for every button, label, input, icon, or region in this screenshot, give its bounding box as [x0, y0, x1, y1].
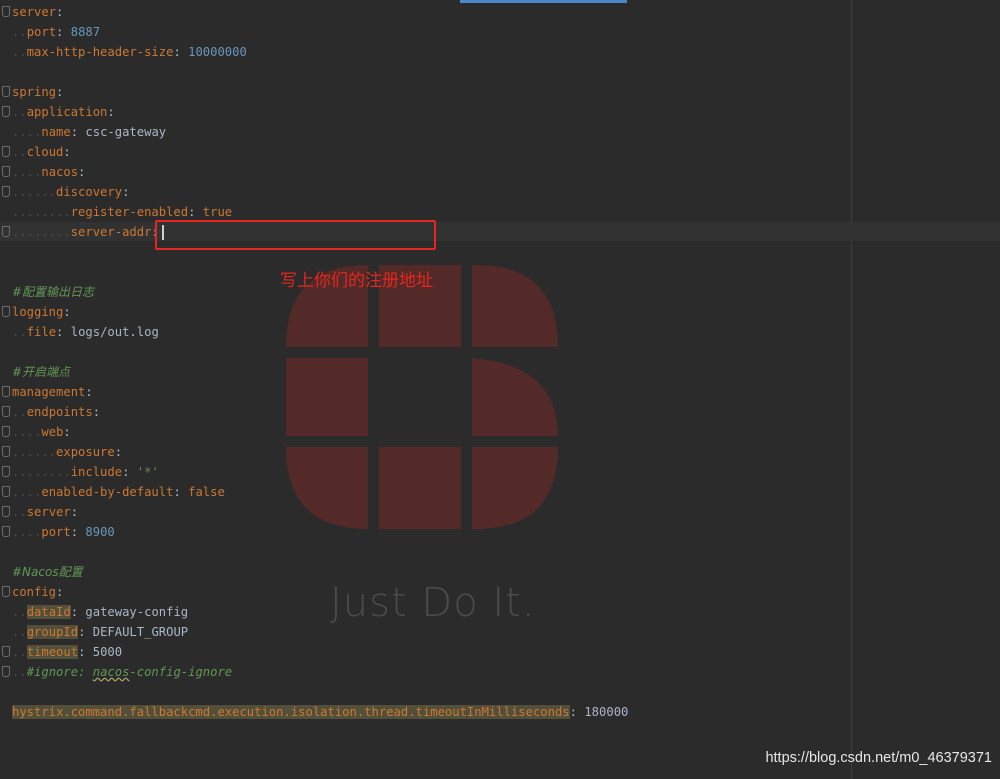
code-editor[interactable]: server: ..port: 8887 ..max-http-header-s… — [0, 2, 850, 722]
fold-icon[interactable] — [2, 506, 10, 517]
fold-icon[interactable] — [2, 646, 10, 657]
fold-icon[interactable] — [2, 486, 10, 497]
code-line[interactable]: ......discovery: — [0, 182, 850, 202]
code-line[interactable]: ..groupId: DEFAULT_GROUP — [0, 622, 850, 642]
code-line[interactable]: ..max-http-header-size: 10000000 — [0, 42, 850, 62]
fold-icon[interactable] — [2, 666, 10, 677]
code-line[interactable]: ..#ignore: nacos-config-ignore — [0, 662, 850, 682]
code-line[interactable]: logging: — [0, 302, 850, 322]
fold-icon[interactable] — [2, 526, 10, 537]
fold-icon[interactable] — [2, 446, 10, 457]
fold-icon[interactable] — [2, 86, 10, 97]
fold-icon[interactable] — [2, 406, 10, 417]
code-line[interactable]: ..port: 8887 — [0, 22, 850, 42]
fold-icon[interactable] — [2, 466, 10, 477]
code-line[interactable]: ..file: logs/out.log — [0, 322, 850, 342]
code-line[interactable]: ........include: '*' — [0, 462, 850, 482]
fold-icon[interactable] — [2, 146, 10, 157]
fold-icon[interactable] — [2, 106, 10, 117]
code-line[interactable]: hystrix.command.fallbackcmd.execution.is… — [0, 702, 850, 722]
csdn-watermark: https://blog.csdn.net/m0_46379371 — [765, 750, 992, 766]
code-line[interactable]: ......exposure: — [0, 442, 850, 462]
fold-icon[interactable] — [2, 166, 10, 177]
annotation-text: 写上你们的注册地址 — [280, 271, 433, 291]
code-line[interactable]: ..application: — [0, 102, 850, 122]
code-line[interactable]: ..cloud: — [0, 142, 850, 162]
highlight-box — [155, 220, 436, 250]
code-line[interactable] — [0, 682, 850, 702]
code-line[interactable]: spring: — [0, 82, 850, 102]
code-line[interactable]: management: — [0, 382, 850, 402]
code-line[interactable]: ....web: — [0, 422, 850, 442]
code-line[interactable]: ........register-enabled: true — [0, 202, 850, 222]
fold-icon[interactable] — [2, 226, 10, 237]
fold-icon[interactable] — [2, 306, 10, 317]
code-line[interactable]: #开启端点 — [0, 362, 850, 382]
fold-icon[interactable] — [2, 426, 10, 437]
code-line[interactable]: ....port: 8900 — [0, 522, 850, 542]
code-line[interactable]: server: — [0, 2, 850, 22]
code-line[interactable] — [0, 62, 850, 82]
code-line[interactable]: ....enabled-by-default: false — [0, 482, 850, 502]
fold-icon[interactable] — [2, 186, 10, 197]
code-line[interactable]: ....nacos: — [0, 162, 850, 182]
code-line[interactable] — [0, 342, 850, 362]
code-line[interactable]: #Nacos配置 — [0, 562, 850, 582]
code-line[interactable]: ..timeout: 5000 — [0, 642, 850, 662]
code-line[interactable]: ..endpoints: — [0, 402, 850, 422]
right-margin-guide — [851, 0, 852, 779]
code-line[interactable]: ..dataId: gateway-config — [0, 602, 850, 622]
fold-icon[interactable] — [2, 586, 10, 597]
fold-icon[interactable] — [2, 386, 10, 397]
code-line[interactable]: config: — [0, 582, 850, 602]
fold-icon[interactable] — [2, 6, 10, 17]
code-line[interactable]: ..server: — [0, 502, 850, 522]
code-line[interactable] — [0, 542, 850, 562]
code-line[interactable]: ....name: csc-gateway — [0, 122, 850, 142]
